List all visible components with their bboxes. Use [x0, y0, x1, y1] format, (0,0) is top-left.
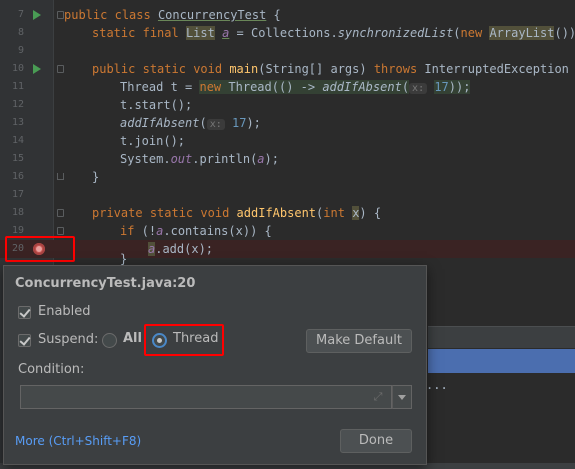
breakpoint-properties-popup: ConcurrencyTest.java:20 Enabled Suspend:… — [3, 265, 427, 465]
radio-thread-label[interactable]: Thread — [173, 331, 218, 346]
line-number: 13 — [11, 117, 24, 128]
suspend-checkbox[interactable] — [18, 334, 31, 347]
condition-label: Condition: — [18, 362, 85, 377]
done-button[interactable]: Done — [340, 429, 412, 453]
make-default-button[interactable]: Make Default — [306, 329, 412, 353]
condition-history-dropdown[interactable] — [392, 385, 412, 409]
code-text: public static void main(String[] args) t… — [92, 62, 575, 76]
code-line[interactable]: 9 — [0, 42, 575, 60]
breakpoint-icon[interactable] — [33, 243, 45, 255]
suspend-label[interactable]: Suspend: — [38, 332, 98, 347]
line-number: 8 — [17, 27, 24, 38]
code-text: public class ConcurrencyTest { — [64, 8, 281, 22]
fold-icon[interactable] — [57, 227, 64, 235]
code-line[interactable]: 17 — [0, 186, 575, 204]
run-icon[interactable] — [33, 10, 41, 20]
line-number: 7 — [17, 9, 24, 20]
line-number: 10 — [11, 63, 24, 74]
line-number: 18 — [11, 207, 24, 218]
code-line[interactable]: 19 if (!a.contains(x)) { — [0, 222, 575, 240]
expand-icon[interactable]: ⤢ — [371, 390, 385, 404]
code-text: addIfAbsent(x: 17); — [120, 116, 261, 130]
code-text: Thread t = new Thread(() -> addIfAbsent(… — [120, 80, 471, 94]
code-text: System.out.println(a); — [120, 152, 279, 166]
line-number: 15 — [11, 153, 24, 164]
background-panel-selected — [428, 349, 575, 373]
line-number: 11 — [11, 81, 24, 92]
radio-thread[interactable] — [152, 333, 167, 348]
code-line[interactable]: 8 static final List a = Collections.sync… — [0, 24, 575, 42]
enabled-checkbox[interactable] — [18, 306, 31, 319]
code-text: } — [92, 170, 100, 184]
code-text: private static void addIfAbsent(int x) { — [92, 206, 382, 220]
code-line[interactable]: 18 private static void addIfAbsent(int x… — [0, 204, 575, 222]
param-hint: x: — [206, 119, 225, 130]
more-link[interactable]: More (Ctrl+Shift+F8) — [15, 434, 141, 448]
line-number: 12 — [11, 99, 24, 110]
line-number: 17 — [11, 189, 24, 200]
param-hint: x: — [409, 83, 428, 94]
code-line[interactable]: 14 t.join(); — [0, 132, 575, 150]
background-ellipsis: ... — [426, 378, 448, 392]
condition-input[interactable]: ⤢ — [20, 385, 392, 409]
popup-title: ConcurrencyTest.java:20 — [15, 276, 196, 291]
line-number: 20 — [11, 243, 24, 254]
fold-icon[interactable] — [57, 65, 64, 73]
fold-icon[interactable] — [57, 11, 64, 19]
code-text: t.join(); — [120, 134, 186, 148]
line-number: 19 — [11, 225, 24, 236]
radio-all[interactable] — [102, 333, 117, 348]
code-line[interactable]: 10 public static void main(String[] args… — [0, 60, 575, 78]
code-line[interactable]: 7 public class ConcurrencyTest { — [0, 6, 575, 24]
run-icon[interactable] — [33, 64, 41, 74]
code-line[interactable]: 15 System.out.println(a); — [0, 150, 575, 168]
line-number: 9 — [17, 45, 24, 56]
code-text: static final List a = Collections.synchr… — [92, 26, 575, 40]
breakpoint-line[interactable]: 20 a.add(x); — [0, 240, 575, 258]
enabled-label[interactable]: Enabled — [38, 304, 91, 319]
code-line[interactable]: 12 t.start(); — [0, 96, 575, 114]
radio-all-label[interactable]: All — [123, 331, 142, 346]
line-number: 16 — [11, 171, 24, 182]
background-panel — [428, 326, 575, 348]
fold-icon[interactable] — [57, 209, 64, 217]
fold-end-icon[interactable] — [57, 173, 64, 180]
code-line[interactable]: 13 addIfAbsent(x: 17); — [0, 114, 575, 132]
code-text: if (!a.contains(x)) { — [120, 224, 272, 238]
code-text: t.start(); — [120, 98, 193, 112]
code-text: a.add(x); — [148, 242, 214, 256]
code-line[interactable]: 16 } — [0, 168, 575, 186]
line-number: 14 — [11, 135, 24, 146]
code-line[interactable]: 11 Thread t = new Thread(() -> addIfAbse… — [0, 78, 575, 96]
